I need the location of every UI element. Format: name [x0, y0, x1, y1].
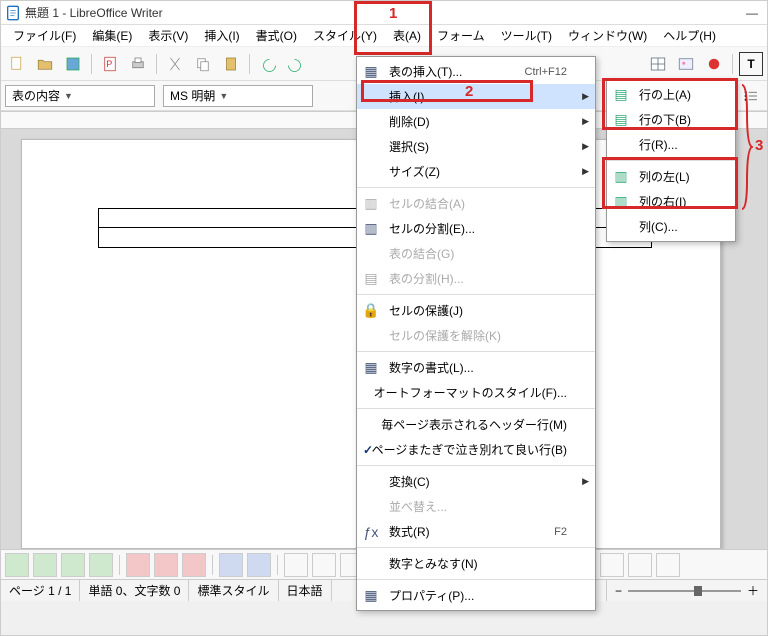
- record-icon[interactable]: [702, 52, 726, 76]
- menu-insert-submenu[interactable]: 挿入(I)▶: [357, 84, 595, 109]
- menu-style[interactable]: スタイル(Y): [305, 25, 385, 46]
- menu-break-across-pages[interactable]: ページまたぎで泣き別れて良い行(B): [357, 437, 595, 462]
- delete-row-button[interactable]: [126, 553, 150, 577]
- zoom-slider[interactable]: − ＋: [607, 582, 767, 599]
- zoom-thumb[interactable]: [694, 586, 702, 596]
- textbox-button[interactable]: T: [739, 52, 763, 76]
- menu-header-rows[interactable]: 毎ページ表示されるヘッダー行(M): [357, 412, 595, 437]
- table-menu-dropdown: ▦表の挿入(T)...Ctrl+F12 挿入(I)▶ 削除(D)▶ 選択(S)▶…: [356, 56, 596, 611]
- menu-form[interactable]: フォーム: [429, 25, 493, 46]
- delete-col-button[interactable]: [154, 553, 178, 577]
- insert-row-below-button[interactable]: [33, 553, 57, 577]
- brace-icon: [741, 83, 753, 211]
- paragraph-style-value: 表の内容: [12, 87, 60, 104]
- table-properties-button[interactable]: [656, 553, 680, 577]
- copy-button[interactable]: [191, 52, 215, 76]
- undo-button[interactable]: [256, 52, 280, 76]
- print-button[interactable]: [126, 52, 150, 76]
- window-title: 無題 1 - LibreOffice Writer: [25, 4, 741, 21]
- insert-row-above-button[interactable]: [5, 553, 29, 577]
- menu-help[interactable]: ヘルプ(H): [655, 25, 724, 46]
- submenu-col-right[interactable]: ▥列の右(I): [607, 189, 735, 214]
- menu-number-format[interactable]: ▦数字の書式(L)...: [357, 355, 595, 380]
- status-lang[interactable]: 日本語: [279, 580, 332, 601]
- select-cell-button[interactable]: [219, 553, 243, 577]
- insert-table-button[interactable]: [646, 52, 670, 76]
- callout-number-2: 2: [465, 83, 473, 100]
- select-table-button[interactable]: [247, 553, 271, 577]
- submenu-row-above[interactable]: ▤行の上(A): [607, 82, 735, 107]
- new-doc-button[interactable]: [5, 52, 29, 76]
- status-style[interactable]: 標準スタイル: [189, 580, 278, 601]
- menu-table[interactable]: 表(A): [385, 25, 429, 46]
- merge-cells-button[interactable]: [284, 553, 308, 577]
- minimize-button[interactable]: —: [741, 6, 763, 20]
- menu-edit[interactable]: 編集(E): [84, 25, 140, 46]
- menu-unprotect-cells[interactable]: セルの保護を解除(K): [357, 323, 595, 348]
- menu-merge-cells[interactable]: ▥セルの結合(A): [357, 191, 595, 216]
- menu-delete-submenu[interactable]: 削除(D)▶: [357, 109, 595, 134]
- menu-sort[interactable]: 並べ替え...: [357, 494, 595, 519]
- cut-button[interactable]: [163, 52, 187, 76]
- menubar: ファイル(F) 編集(E) 表示(V) 挿入(I) 書式(O) スタイル(Y) …: [1, 25, 767, 47]
- paste-button[interactable]: [219, 52, 243, 76]
- sort-button[interactable]: [600, 553, 624, 577]
- insert-image-button[interactable]: [674, 52, 698, 76]
- menu-split-table[interactable]: ▤表の分割(H)...: [357, 266, 595, 291]
- menu-view[interactable]: 表示(V): [140, 25, 196, 46]
- menu-merge-table[interactable]: 表の結合(G): [357, 241, 595, 266]
- menu-file[interactable]: ファイル(F): [5, 25, 84, 46]
- redo-button[interactable]: [284, 52, 308, 76]
- menu-tools[interactable]: ツール(T): [493, 25, 560, 46]
- callout-number-3: 3: [755, 137, 763, 154]
- export-pdf-button[interactable]: P: [98, 52, 122, 76]
- menu-insert-table[interactable]: ▦表の挿入(T)...Ctrl+F12: [357, 59, 595, 84]
- menu-insert[interactable]: 挿入(I): [196, 25, 247, 46]
- menu-autoformat[interactable]: オートフォーマットのスタイル(F)...: [357, 380, 595, 405]
- menu-formula[interactable]: ƒx数式(R)F2: [357, 519, 595, 544]
- zoom-out-icon[interactable]: −: [615, 584, 622, 598]
- open-button[interactable]: [33, 52, 57, 76]
- status-wordcount[interactable]: 単語 0、文字数 0: [80, 580, 189, 601]
- submenu-row-below[interactable]: ▤行の下(B): [607, 107, 735, 132]
- insert-submenu-dropdown: ▤行の上(A) ▤行の下(B) 行(R)... ▥列の左(L) ▥列の右(I) …: [606, 79, 736, 242]
- app-icon: [5, 5, 21, 21]
- menu-format[interactable]: 書式(O): [248, 25, 305, 46]
- formula-button[interactable]: [628, 553, 652, 577]
- menu-convert-submenu[interactable]: 変換(C)▶: [357, 469, 595, 494]
- submenu-col-left[interactable]: ▥列の左(L): [607, 164, 735, 189]
- menu-size-submenu[interactable]: サイズ(Z)▶: [357, 159, 595, 184]
- delete-table-button[interactable]: [182, 553, 206, 577]
- zoom-in-icon[interactable]: ＋: [747, 582, 759, 599]
- paragraph-style-combo[interactable]: 表の内容▼: [5, 85, 155, 107]
- menu-window[interactable]: ウィンドウ(W): [560, 25, 655, 46]
- status-page[interactable]: ページ 1 / 1: [1, 580, 80, 601]
- insert-col-right-button[interactable]: [89, 553, 113, 577]
- callout-number-1: 1: [389, 5, 397, 22]
- menu-number-recognition[interactable]: 数字とみなす(N): [357, 551, 595, 576]
- save-button[interactable]: [61, 52, 85, 76]
- zoom-track[interactable]: [628, 590, 741, 592]
- menu-protect-cells[interactable]: 🔒セルの保護(J): [357, 298, 595, 323]
- menu-split-cells[interactable]: ▥セルの分割(E)...: [357, 216, 595, 241]
- split-cells-button[interactable]: [312, 553, 336, 577]
- font-name-value: MS 明朝: [170, 87, 215, 104]
- insert-col-left-button[interactable]: [61, 553, 85, 577]
- submenu-rows[interactable]: 行(R)...: [607, 132, 735, 157]
- menu-select-submenu[interactable]: 選択(S)▶: [357, 134, 595, 159]
- font-name-combo[interactable]: MS 明朝▼: [163, 85, 313, 107]
- svg-text:P: P: [106, 59, 112, 69]
- menu-table-properties[interactable]: ▦プロパティ(P)...: [357, 583, 595, 608]
- submenu-cols[interactable]: 列(C)...: [607, 214, 735, 239]
- window-titlebar: 無題 1 - LibreOffice Writer —: [1, 1, 767, 25]
